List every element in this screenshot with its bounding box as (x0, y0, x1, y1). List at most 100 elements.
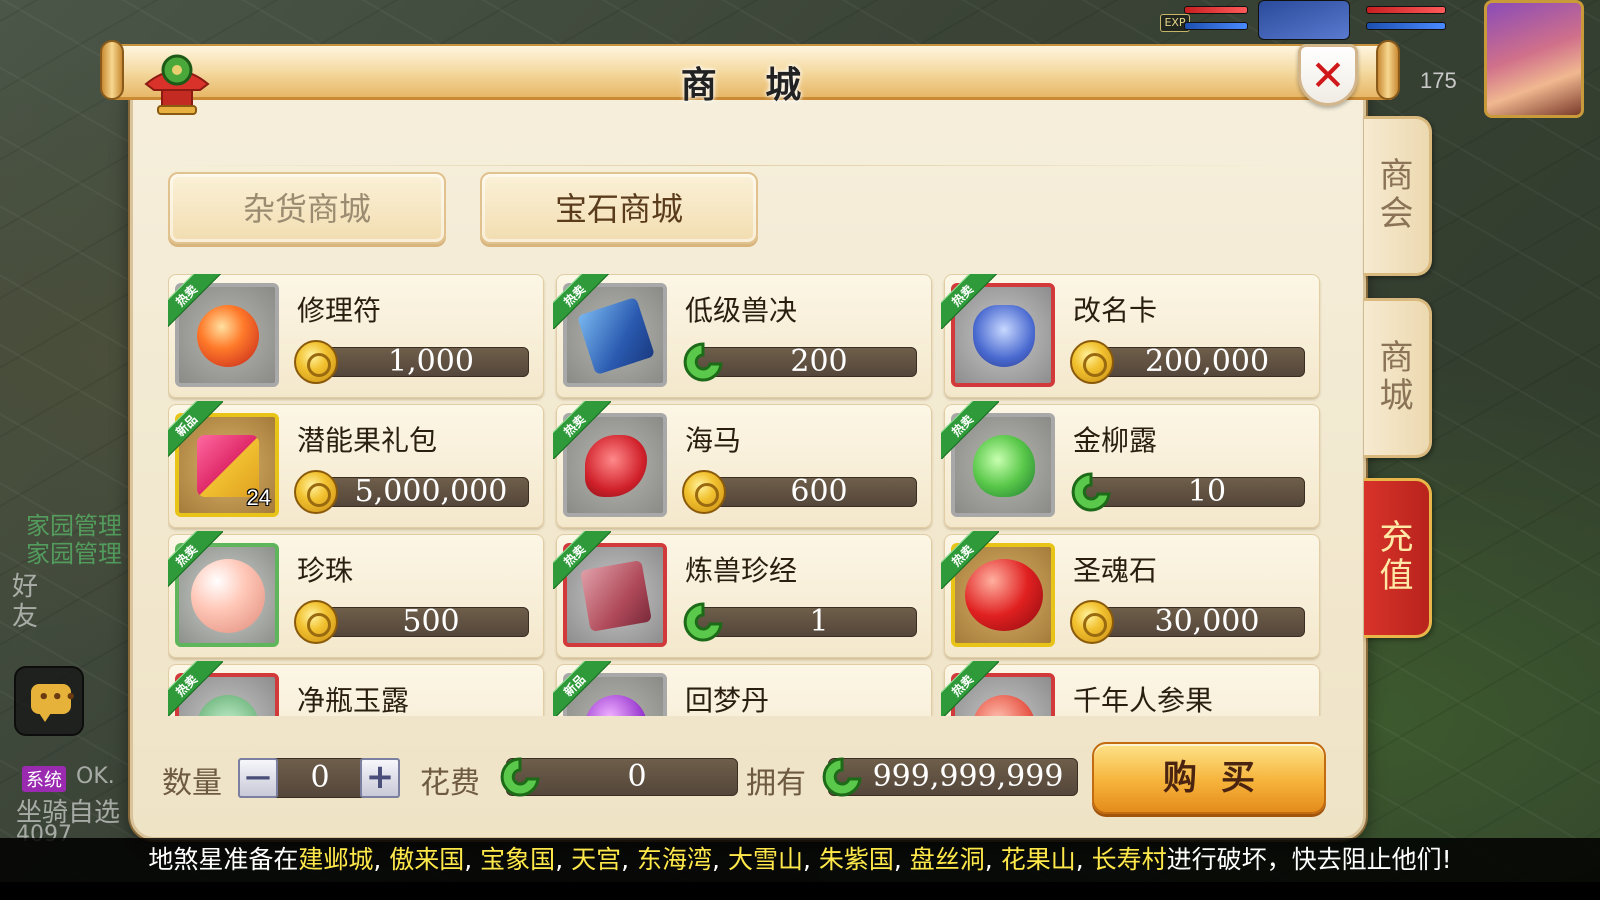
hp-bar (1184, 6, 1248, 14)
mp-bar (1184, 22, 1248, 30)
item-price: 5,000,000 (354, 474, 508, 509)
item-price: 600 (790, 474, 848, 509)
tab-gem-shop[interactable]: 宝石商城 (480, 172, 758, 244)
tab-chamber-of-commerce[interactable]: 商会 (1364, 116, 1432, 276)
chat-button[interactable]: ••• (14, 666, 84, 736)
quantity-value[interactable]: 0 (280, 758, 360, 798)
jade-currency-icon (683, 342, 723, 382)
announcement-place: 朱紫国 (818, 845, 894, 874)
shop-item[interactable]: 热卖 修理符 1,000 (168, 274, 544, 398)
jade-currency-icon (1071, 472, 1111, 512)
shop-item[interactable]: 热卖 低级兽决 200 (553, 274, 932, 398)
item-name: 净瓶玉露 (297, 684, 410, 716)
item-price: 1 (809, 604, 829, 639)
close-button[interactable]: ✕ (1298, 44, 1358, 106)
tab-grocery-shop[interactable]: 杂货商城 (168, 172, 446, 244)
player-level-text: 175 (1420, 68, 1457, 93)
hot-badge: 热卖 (941, 274, 999, 329)
title-scroll-left (100, 40, 124, 100)
title-scroll-right (1376, 40, 1400, 100)
gold-coin-icon (1070, 340, 1114, 384)
announcement-place: 长寿村 (1091, 845, 1167, 874)
price-bar: 600 (682, 470, 917, 514)
price-bar: 200 (683, 342, 917, 382)
shop-item[interactable]: 热卖 改名卡 200,000 (941, 274, 1320, 398)
shop-item[interactable]: 热卖 海马 600 (553, 401, 932, 528)
page-title: 商 城 (680, 65, 820, 106)
pet-avatar-frame[interactable] (1258, 0, 1350, 40)
item-count: 24 (246, 485, 271, 510)
item-name: 潜能果礼包 (297, 424, 438, 457)
owned-value: 999,999,999 (872, 759, 1064, 794)
shop-item[interactable]: 热卖 珍珠 500 (168, 531, 544, 658)
hot-badge: 热卖 (553, 401, 611, 459)
item-price: 200 (790, 344, 848, 379)
chat-system-tag: 系统 (22, 766, 66, 792)
announcement-place: 大雪山 (727, 845, 803, 874)
screen-bottom-edge (0, 882, 1600, 900)
shop-item[interactable]: 热卖 金柳露 10 (941, 401, 1320, 528)
item-name: 修理符 (297, 294, 382, 327)
item-name: 金柳露 (1073, 424, 1158, 457)
close-icon: ✕ (1310, 51, 1346, 100)
price-bar: 1,000 (294, 340, 529, 384)
item-price: 10 (1187, 474, 1227, 509)
announcement-place: 宝象国 (480, 845, 556, 874)
announcement-suffix: 进行破坏，快去阻止他们! (1166, 845, 1452, 874)
sidebar-label-home-2[interactable]: 家园管理 (26, 534, 122, 569)
announcement-prefix: 地煞星准备在 (148, 845, 299, 874)
jade-currency-icon (683, 602, 723, 642)
buy-button[interactable]: 购买 (1092, 742, 1326, 814)
shop-item[interactable]: 热卖 净瓶玉露 (168, 661, 544, 716)
shop-item[interactable]: 热卖 圣魂石 30,000 (941, 531, 1320, 658)
pet-hp-bar (1366, 6, 1446, 14)
shop-item[interactable]: 24 新品 潜能果礼包 5,000,000 (168, 401, 544, 528)
announcement-place: 天宫 (571, 845, 622, 874)
system-announcement: 地煞星准备在建邺城, 傲来国, 宝象国, 天宫, 东海湾, 大雪山, 朱紫国, … (0, 838, 1600, 882)
item-name: 千年人参果 (1073, 684, 1214, 716)
tab-recharge[interactable]: 充值 (1364, 478, 1432, 638)
quantity-increase-button[interactable]: + (360, 758, 400, 798)
jade-currency-icon (500, 757, 540, 797)
tab-label: 商城 (1379, 338, 1414, 416)
item-name: 珍珠 (297, 554, 354, 587)
shop-item[interactable]: 热卖 炼兽珍经 1 (553, 531, 932, 658)
gold-coin-icon (682, 470, 726, 514)
owned-label: 拥有 (746, 766, 806, 801)
announcement-place: 盘丝洞 (909, 845, 985, 874)
tab-label: 商会 (1379, 156, 1414, 234)
item-price: 30,000 (1154, 604, 1260, 639)
item-price: 1,000 (388, 344, 474, 379)
gold-coin-icon (294, 470, 338, 514)
item-name: 炼兽珍经 (685, 554, 798, 587)
quantity-label: 数量 (162, 766, 222, 801)
price-bar: 500 (294, 600, 529, 644)
item-name: 回梦丹 (685, 684, 770, 716)
price-bar: 30,000 (1070, 600, 1305, 644)
player-avatar[interactable] (1484, 0, 1584, 118)
tab-label: 充值 (1379, 518, 1414, 596)
shop-item[interactable]: 新品 回梦丹 (553, 661, 932, 716)
chat-line-ok: OK. (76, 764, 115, 789)
hot-badge: 热卖 (941, 661, 999, 716)
gold-coin-icon (294, 600, 338, 644)
hot-badge: 热卖 (941, 401, 999, 459)
hot-badge: 热卖 (168, 274, 223, 329)
jade-currency-icon (822, 757, 862, 797)
shop-item[interactable]: 热卖 千年人参果 (941, 661, 1320, 716)
quantity-decrease-button[interactable]: — (238, 758, 278, 798)
owned-display: 999,999,999 (822, 757, 1078, 797)
hot-badge: 热卖 (941, 531, 999, 589)
price-bar: 5,000,000 (294, 470, 529, 514)
header-divider (168, 165, 1278, 166)
gold-coin-icon (294, 340, 338, 384)
lantern-icon (144, 54, 210, 115)
sidebar-label-friend-2[interactable]: 友 (12, 596, 38, 633)
tab-mall[interactable]: 商城 (1364, 298, 1432, 458)
announcement-place: 东海湾 (637, 845, 713, 874)
new-badge: 新品 (553, 661, 611, 716)
hot-badge: 热卖 (168, 661, 223, 716)
item-price: 500 (402, 604, 460, 639)
pet-mp-bar (1366, 22, 1446, 30)
gold-coin-icon (1070, 600, 1114, 644)
